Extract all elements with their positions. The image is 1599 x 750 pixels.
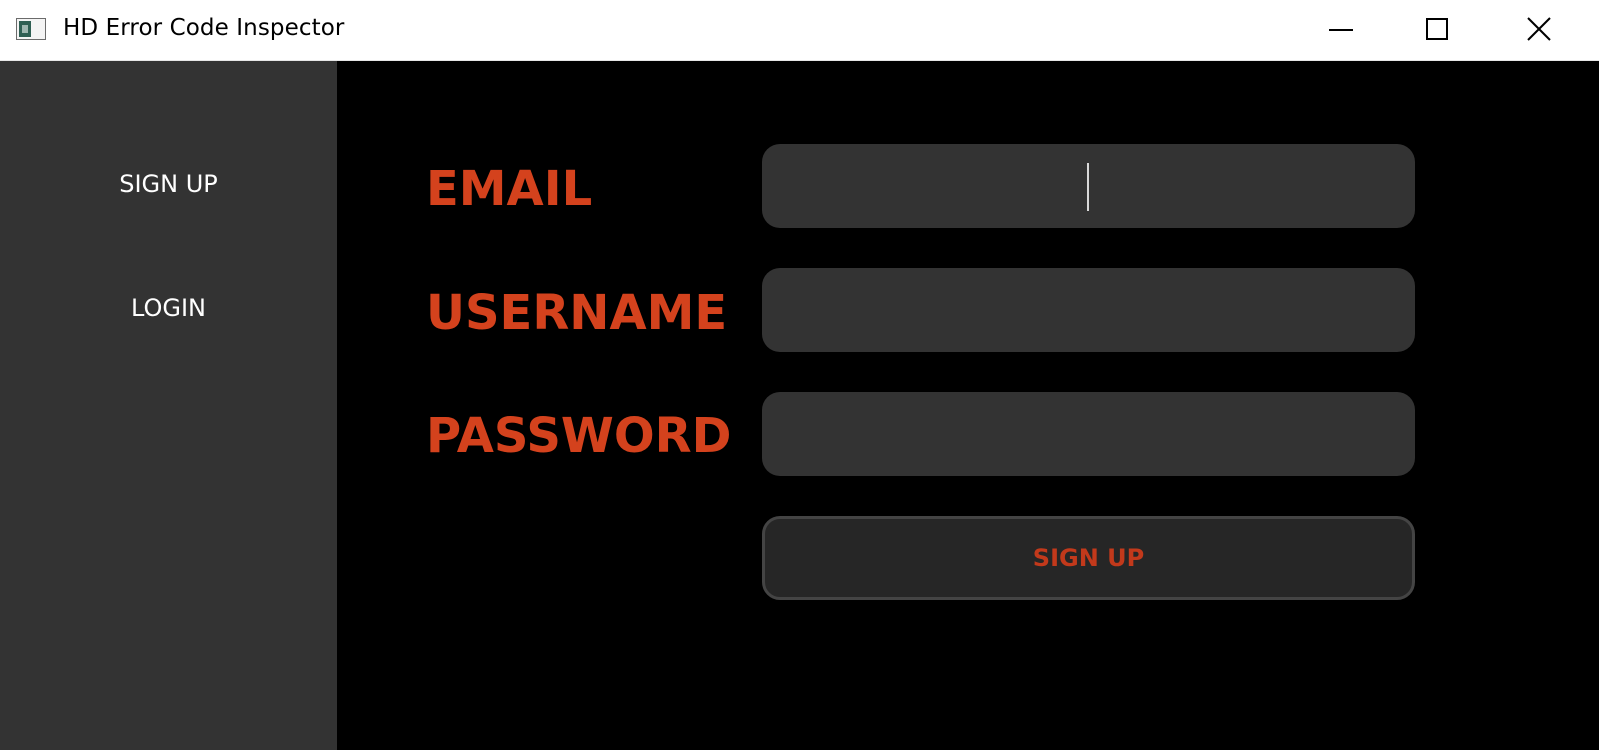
- sidebar-item-login[interactable]: LOGIN: [0, 288, 337, 328]
- minimize-icon: [1329, 29, 1353, 31]
- close-button[interactable]: [1493, 0, 1593, 60]
- signup-form: EMAIL USERNAME PASSWORD SIGN UP: [337, 61, 1599, 750]
- sign-up-button[interactable]: SIGN UP: [762, 516, 1415, 600]
- close-icon: [1527, 17, 1551, 41]
- app-window-icon: [16, 18, 46, 40]
- maximize-icon: [1426, 18, 1448, 40]
- password-label: PASSWORD: [426, 408, 732, 464]
- window-title: HD Error Code Inspector: [63, 15, 345, 41]
- email-label: EMAIL: [426, 161, 593, 217]
- minimize-button[interactable]: [1293, 0, 1393, 60]
- password-field[interactable]: [762, 392, 1415, 476]
- maximize-button[interactable]: [1393, 0, 1493, 60]
- sidebar-item-sign-up[interactable]: SIGN UP: [0, 164, 337, 204]
- username-label: USERNAME: [426, 285, 728, 341]
- username-field[interactable]: [762, 268, 1415, 352]
- app-window: HD Error Code Inspector SIGN UP LOGIN EM…: [0, 0, 1599, 750]
- title-bar[interactable]: HD Error Code Inspector: [0, 0, 1599, 61]
- sidebar: SIGN UP LOGIN: [0, 61, 337, 750]
- text-cursor: [1087, 163, 1089, 211]
